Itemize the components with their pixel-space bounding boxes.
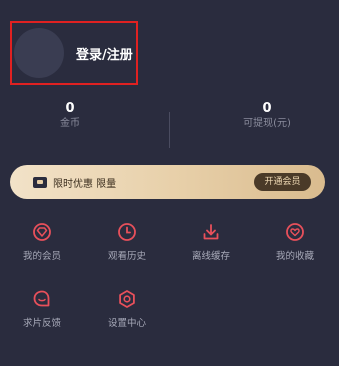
menu-item-request-feedback[interactable]: 求片反馈	[12, 289, 72, 329]
menu-item-my-membership[interactable]: 我的会员	[12, 222, 72, 262]
menu-item-label: 离线缓存	[191, 251, 230, 262]
menu-item-label: 设置中心	[107, 318, 146, 329]
gear-icon	[119, 290, 135, 308]
heart-icon	[286, 223, 304, 241]
coins-stat[interactable]: 0 金币	[25, 102, 115, 130]
menu-item-offline-cache[interactable]: 离线缓存	[181, 222, 241, 262]
menu-item-watch-history[interactable]: 观看历史	[97, 222, 157, 262]
menu-item-label: 我的收藏	[275, 251, 314, 262]
vip-gem-icon	[33, 223, 51, 241]
login-register-label: 登录/注册	[76, 47, 133, 63]
withdrawable-label: 可提现(元)	[243, 118, 291, 129]
chat-icon	[33, 290, 50, 307]
download-icon	[203, 224, 219, 240]
avatar[interactable]	[14, 28, 64, 78]
withdrawable-stat[interactable]: 0 可提现(元)	[222, 102, 312, 130]
crown-icon	[33, 176, 47, 188]
open-vip-button[interactable]: 开通会员	[254, 173, 311, 191]
clock-icon	[118, 223, 136, 241]
vip-promo-banner[interactable]: 限时优惠 限量 开通会员	[10, 165, 325, 199]
menu-item-settings[interactable]: 设置中心	[97, 289, 157, 329]
menu-item-label: 求片反馈	[22, 318, 61, 329]
vip-promo-text: 限时优惠 限量	[53, 178, 117, 190]
stats-divider	[169, 112, 170, 148]
menu-item-label: 我的会员	[22, 251, 61, 262]
menu-item-label: 观看历史	[107, 251, 146, 262]
withdrawable-value: 0	[262, 101, 272, 116]
login-register-button[interactable]: 登录/注册	[10, 21, 138, 85]
coins-value: 0	[65, 101, 75, 116]
menu-item-my-favorites[interactable]: 我的收藏	[265, 222, 325, 262]
coins-label: 金币	[60, 118, 80, 129]
